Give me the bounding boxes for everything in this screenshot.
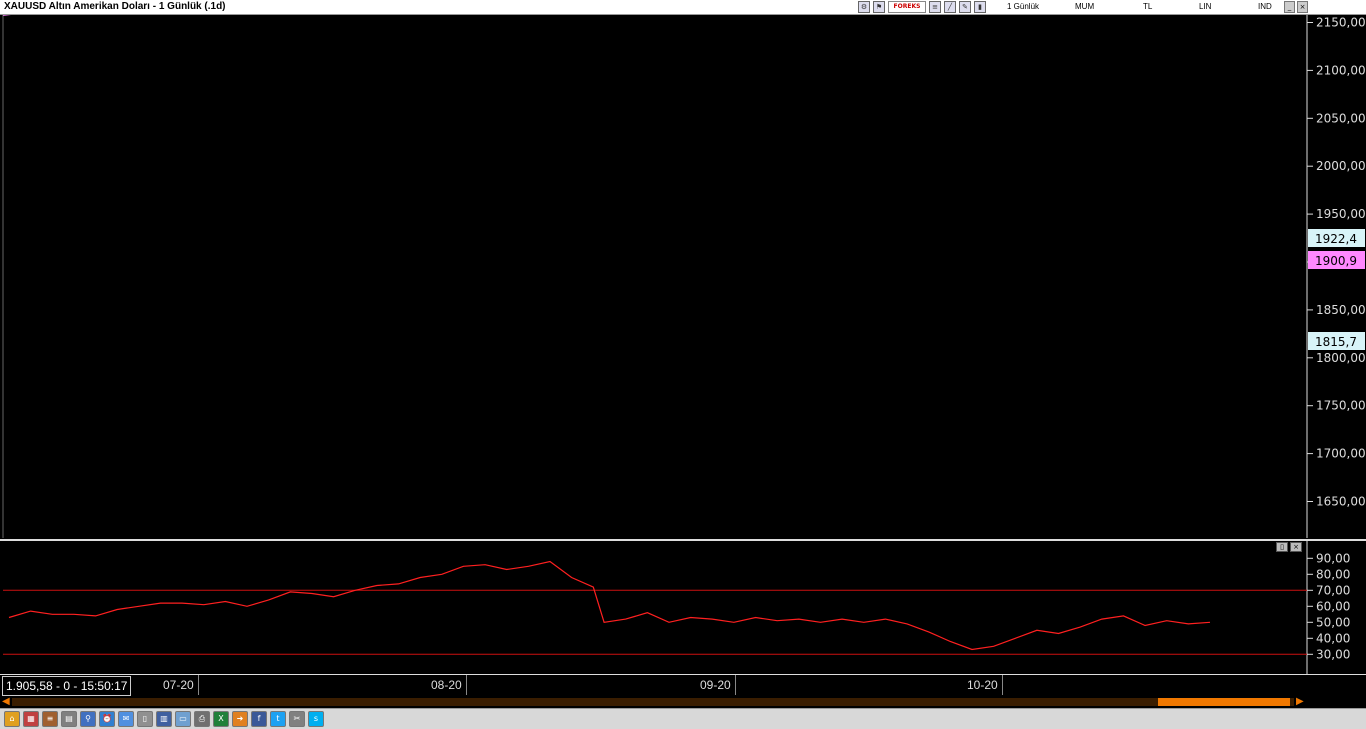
rsi-axis-label: 40,00 (1316, 631, 1350, 645)
scroll-track[interactable] (12, 698, 1294, 706)
line-icon[interactable]: ╱ (944, 1, 956, 13)
date-tick (1002, 675, 1003, 695)
rsi-path (8, 560, 1211, 651)
price-chart[interactable]: 2150,00 2100,00 2050,00 2000,00 1950,00 1900,… (0, 15, 1366, 539)
price-tag-upper: 1922,4 (1308, 229, 1365, 247)
rsi-panel-controls: ▯ × (1276, 542, 1302, 552)
chart-style-selector[interactable]: MUM (1075, 0, 1094, 14)
date-label-07-20: 07-20 (163, 678, 194, 692)
alarm-icon[interactable]: ⏰ (99, 711, 115, 727)
window-titlebar: XAUUSD Altın Amerikan Doları - 1 Günlük … (0, 0, 1366, 15)
period-selector[interactable]: 1 Günlük (1007, 0, 1039, 14)
price-tag-upper-text: 1922,4 (1315, 232, 1357, 246)
table-icon[interactable]: ▦ (23, 711, 39, 727)
currency-selector[interactable]: TL (1143, 0, 1152, 14)
scroll-right-icon[interactable]: ▶ (1296, 696, 1304, 708)
close-button[interactable]: × (1297, 1, 1308, 13)
price-axis-label: 2000,00 (1316, 159, 1366, 173)
scroll-left-icon[interactable]: ◀ (2, 696, 10, 708)
date-label-09-20: 09-20 (700, 678, 731, 692)
excel-icon[interactable]: X (213, 711, 229, 727)
note-icon[interactable]: ✉ (118, 711, 134, 727)
price-tag-lower-text: 1815,7 (1315, 335, 1357, 349)
facebook-icon[interactable]: f (251, 711, 267, 727)
rsi-axis-label: 60,00 (1316, 599, 1350, 613)
print-icon[interactable]: ⎙ (194, 711, 210, 727)
scale-selector[interactable]: LIN (1199, 0, 1211, 14)
price-axis-label: 1650,00 (1316, 495, 1366, 509)
compare-icon[interactable]: ≡ (929, 1, 941, 13)
screen-icon[interactable]: ▭ (175, 711, 191, 727)
price-axis-label: 2150,00 (1316, 16, 1366, 30)
search-icon[interactable]: ⚲ (80, 711, 96, 727)
date-label-10-20: 10-20 (967, 678, 998, 692)
price-axis-label: 1850,00 (1316, 303, 1366, 317)
rsi-axis: 90,00 80,00 70,00 60,00 50,00 40,00 30,00 (1307, 551, 1350, 661)
window-title: XAUUSD Altın Amerikan Doları - 1 Günlük … (4, 1, 226, 12)
pencil-icon[interactable]: ✎ (959, 1, 971, 13)
price-axis-label: 1750,00 (1316, 399, 1366, 413)
forward-icon[interactable]: ➜ (232, 711, 248, 727)
date-tick (735, 675, 736, 695)
rsi-axis-label: 90,00 (1316, 551, 1350, 565)
home-icon[interactable]: ⌂ (4, 711, 20, 727)
rsi-line (8, 560, 1211, 651)
rsi-close-button[interactable]: × (1290, 542, 1302, 552)
mode-selector[interactable]: IND (1258, 0, 1272, 14)
window-controls: _ × (1284, 1, 1308, 13)
rsi-axis-label: 80,00 (1316, 567, 1350, 581)
scroll-thumb[interactable] (1158, 698, 1290, 706)
rsi-axis-label: 50,00 (1316, 615, 1350, 629)
db-icon[interactable]: ▥ (156, 711, 172, 727)
date-tick (466, 675, 467, 695)
doc-icon[interactable]: ▯ (137, 711, 153, 727)
rsi-axis-label: 30,00 (1316, 647, 1350, 661)
flag-icon[interactable]: ⚑ (873, 1, 885, 13)
cursor-readout: 1.905,58 - 0 - 15:50:17 (2, 676, 132, 696)
minimize-button[interactable]: _ (1284, 1, 1295, 13)
price-axis-label: 1950,00 (1316, 207, 1366, 221)
news-icon[interactable]: ≡ (42, 711, 58, 727)
price-axis-label: 1800,00 (1316, 351, 1366, 365)
rsi-axis-label: 70,00 (1316, 583, 1350, 597)
chart-icon[interactable]: ▤ (61, 711, 77, 727)
time-scrollbar[interactable]: ◀ ▶ (0, 696, 1366, 708)
bars-icon[interactable]: ▮ (974, 1, 986, 13)
titlebar-toolbar: ⚙ ⚑ FOREKS ≡ ╱ ✎ ▮ (858, 1, 986, 13)
settings-icon[interactable]: ⚙ (858, 1, 870, 13)
twitter-icon[interactable]: t (270, 711, 286, 727)
tools-icon[interactable]: ✂ (289, 711, 305, 727)
date-label-08-20: 08-20 (431, 678, 462, 692)
price-axis-label: 1700,00 (1316, 447, 1366, 461)
bottom-toolbar: ⌂ ▦ ≡ ▤ ⚲ ⏰ ✉ ▯ ▥ ▭ ⎙ X ➜ f t ✂ s (0, 708, 1366, 729)
price-tag-current: 1900,9 (1308, 251, 1365, 269)
status-bar: 1.905,58 - 0 - 15:50:17 07-20 08-20 09-2… (0, 674, 1366, 697)
price-axis-label: 2100,00 (1316, 63, 1366, 77)
rsi-chart[interactable]: 90,00 80,00 70,00 60,00 50,00 40,00 30,00 (0, 541, 1366, 674)
rsi-settings-button[interactable]: ▯ (1276, 542, 1288, 552)
price-axis-label: 2050,00 (1316, 111, 1366, 125)
foreks-logo[interactable]: FOREKS (888, 1, 926, 13)
date-tick (198, 675, 199, 695)
price-tag-current-text: 1900,9 (1315, 254, 1357, 268)
rsi-level-lines (3, 589, 1307, 655)
skype-icon[interactable]: s (308, 711, 324, 727)
price-tag-lower: 1815,7 (1308, 332, 1365, 350)
